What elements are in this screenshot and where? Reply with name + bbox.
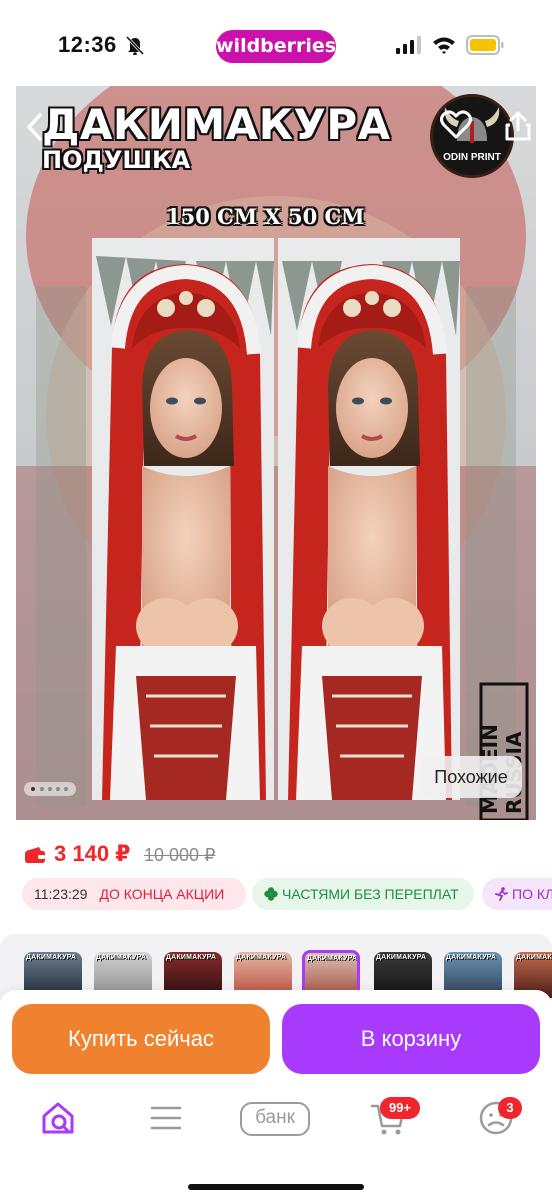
battery-icon <box>466 35 504 55</box>
pagination-dot <box>64 787 68 791</box>
product-photo <box>16 86 536 820</box>
gallery-title: ДАКИМАКУРА <box>42 100 391 149</box>
promo-chip-label: ЧАСТЯМИ БЕЗ ПЕРЕПЛАТ <box>282 886 459 902</box>
pagination-dot <box>40 787 44 791</box>
gallery-pagination <box>24 782 76 796</box>
bell-slash-icon <box>125 35 145 55</box>
pagination-dot <box>56 787 60 791</box>
size-label: 150 CM X 50 CM <box>166 204 365 229</box>
profile-notification-badge: 3 <box>498 1097 522 1119</box>
add-to-cart-button[interactable]: В корзину <box>282 1004 540 1074</box>
clover-icon <box>264 887 278 901</box>
old-price: 10 000 ₽ <box>144 845 216 865</box>
cart-count-badge: 99+ <box>380 1097 420 1119</box>
catalog-menu-icon[interactable] <box>146 1098 186 1138</box>
promo-countdown: 11:23:29 <box>34 886 88 902</box>
pillow-right <box>278 238 460 800</box>
purchase-actions: Купить сейчас В корзину <box>0 990 552 1086</box>
home-indicator <box>188 1184 364 1190</box>
brand-logo: wildberries <box>216 30 336 63</box>
bottom-navigation: банк <box>0 1086 552 1200</box>
share-icon[interactable] <box>504 110 532 142</box>
back-arrow-icon[interactable] <box>24 112 46 142</box>
seller-logo-text: ODIN PRINT <box>443 152 501 163</box>
pagination-dot <box>31 787 35 791</box>
promo-chip-installments[interactable]: ЧАСТЯМИ БЕЗ ПЕРЕПЛАТ <box>252 878 474 910</box>
bank-tab[interactable]: банк <box>240 1102 310 1136</box>
similar-products-button[interactable]: Похожие <box>420 756 522 798</box>
gallery-subtitle: ПОДУШКА <box>42 146 191 174</box>
promo-chip-card[interactable]: ПО КЛ <box>482 878 552 910</box>
promo-chip-label: ПО КЛ <box>512 886 552 902</box>
status-bar: 12:36 wildberries <box>0 0 552 86</box>
favorite-heart-icon[interactable] <box>440 110 472 140</box>
made-in-russia-stamp: MADEIN RUSSIA <box>479 682 529 820</box>
product-image-gallery[interactable]: ДАКИМАКУРА ПОДУШКА 150 CM X 50 CM ODIN P… <box>16 86 536 820</box>
wifi-icon <box>433 37 455 54</box>
running-person-icon <box>495 887 508 901</box>
pillow-left <box>92 238 274 800</box>
pagination-dot <box>48 787 52 791</box>
status-time: 12:36 <box>58 32 117 57</box>
home-search-icon[interactable] <box>38 1098 78 1138</box>
current-price: 3 140 ₽ <box>54 841 131 866</box>
wallet-icon <box>25 847 45 863</box>
buy-now-button[interactable]: Купить сейчас <box>12 1004 270 1074</box>
cellular-signal-icon <box>396 36 421 54</box>
promo-chip-timer[interactable]: 11:23:29 ДО КОНЦА АКЦИИ <box>22 878 246 910</box>
promo-chips: 11:23:29 ДО КОНЦА АКЦИИ ЧАСТЯМИ БЕЗ ПЕРЕП… <box>0 878 552 912</box>
promo-chip-label: ДО КОНЦА АКЦИИ <box>99 886 225 902</box>
